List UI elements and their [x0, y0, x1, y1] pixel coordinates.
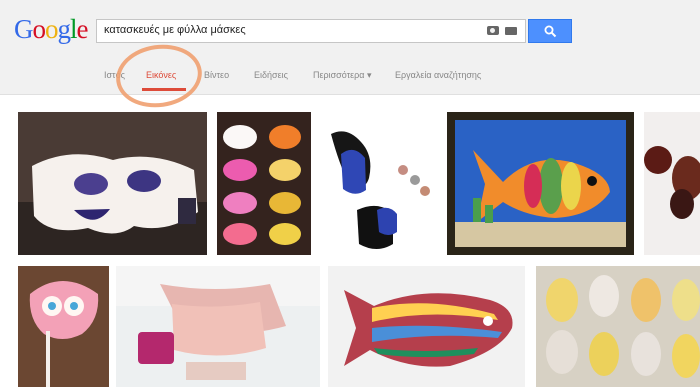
tab-videos[interactable]: Βίντεο: [204, 70, 229, 80]
image-result-1[interactable]: [18, 112, 207, 255]
paper-plate-fish-thumbnail: [536, 266, 700, 387]
logo-letter: G: [14, 14, 33, 44]
masks-on-sofa-thumbnail: [18, 112, 207, 255]
logo-letter: e: [76, 14, 89, 44]
image-result-2[interactable]: [217, 112, 311, 255]
dark-masks-thumbnail: [644, 112, 700, 255]
felt-masks-thumbnail: [217, 112, 311, 255]
google-header: Google κατασκευές με φύλλα μάσκες: [0, 0, 700, 59]
search-tabs: Ιστός Εικόνες Βίντεο Ειδήσεις Περισσότερ…: [0, 58, 700, 95]
logo-letter: o: [45, 14, 58, 44]
logo-letter: g: [57, 14, 71, 44]
paper-fish-collage-thumbnail: [447, 112, 634, 255]
tab-news[interactable]: Ειδήσεις: [254, 70, 288, 80]
google-logo[interactable]: Google: [14, 14, 88, 45]
tab-search-tools[interactable]: Εργαλεία αναζήτησης: [395, 70, 481, 80]
image-result-4[interactable]: [447, 112, 634, 255]
image-result-5[interactable]: [644, 112, 700, 255]
image-result-6[interactable]: [18, 266, 109, 387]
striped-fish-thumbnail: [328, 266, 525, 387]
paper-painting-thumbnail: [116, 266, 320, 387]
keyboard-icon[interactable]: [505, 27, 517, 35]
camera-icon[interactable]: [487, 26, 499, 35]
image-result-3[interactable]: [321, 112, 436, 255]
tab-more[interactable]: Περισσότερα ▾: [313, 70, 372, 81]
search-query-text[interactable]: κατασκευές με φύλλα μάσκες: [104, 24, 246, 36]
image-result-8[interactable]: [328, 266, 525, 387]
search-button[interactable]: [528, 19, 572, 43]
magnifier-icon: [544, 25, 557, 38]
pink-owl-mask-thumbnail: [18, 266, 109, 387]
blue-face-mask-thumbnail: [321, 112, 436, 255]
image-result-9[interactable]: [536, 266, 700, 387]
search-input[interactable]: κατασκευές με φύλλα μάσκες: [96, 19, 526, 43]
image-result-7[interactable]: [116, 266, 320, 387]
logo-letter: o: [32, 14, 46, 44]
